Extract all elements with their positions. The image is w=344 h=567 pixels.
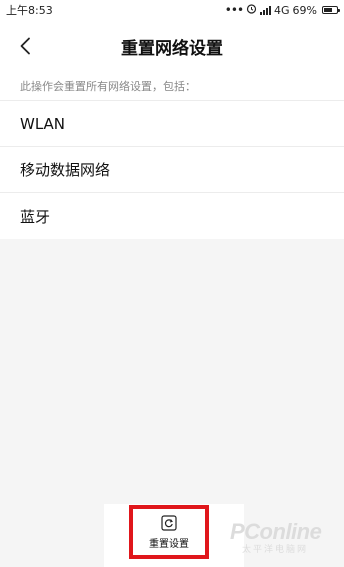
watermark-text: PConline bbox=[230, 519, 322, 544]
reset-settings-label: 重置设置 bbox=[149, 538, 189, 550]
status-time: 上午8:53 bbox=[6, 4, 53, 17]
reset-items-list: WLAN 移动数据网络 蓝牙 bbox=[0, 100, 344, 239]
network-type: 4G bbox=[274, 3, 290, 17]
reset-description: 此操作会重置所有网络设置，包括： bbox=[0, 72, 344, 100]
page-title: 重置网络设置 bbox=[121, 38, 223, 59]
reset-settings-button[interactable]: 重置设置 bbox=[129, 505, 209, 559]
status-bar: 上午8:53 ••• 4G 69% bbox=[0, 0, 344, 20]
notification-dots-icon: ••• bbox=[224, 3, 244, 17]
watermark-subtext: 太平洋电脑网 bbox=[242, 544, 309, 554]
battery-text: 69% bbox=[292, 3, 317, 17]
list-item-mobile-data: 移动数据网络 bbox=[0, 146, 344, 192]
reset-icon bbox=[161, 514, 177, 531]
list-item-bluetooth: 蓝牙 bbox=[0, 192, 344, 239]
back-button[interactable] bbox=[12, 32, 38, 60]
alarm-icon bbox=[246, 3, 257, 17]
pconline-watermark: PConline 太平洋电脑网 bbox=[230, 520, 340, 560]
battery-icon bbox=[322, 6, 340, 14]
chevron-left-icon bbox=[20, 37, 30, 55]
header-bar: 重置网络设置 bbox=[0, 20, 344, 72]
list-item-wlan: WLAN bbox=[0, 100, 344, 146]
signal-icon bbox=[260, 5, 272, 15]
